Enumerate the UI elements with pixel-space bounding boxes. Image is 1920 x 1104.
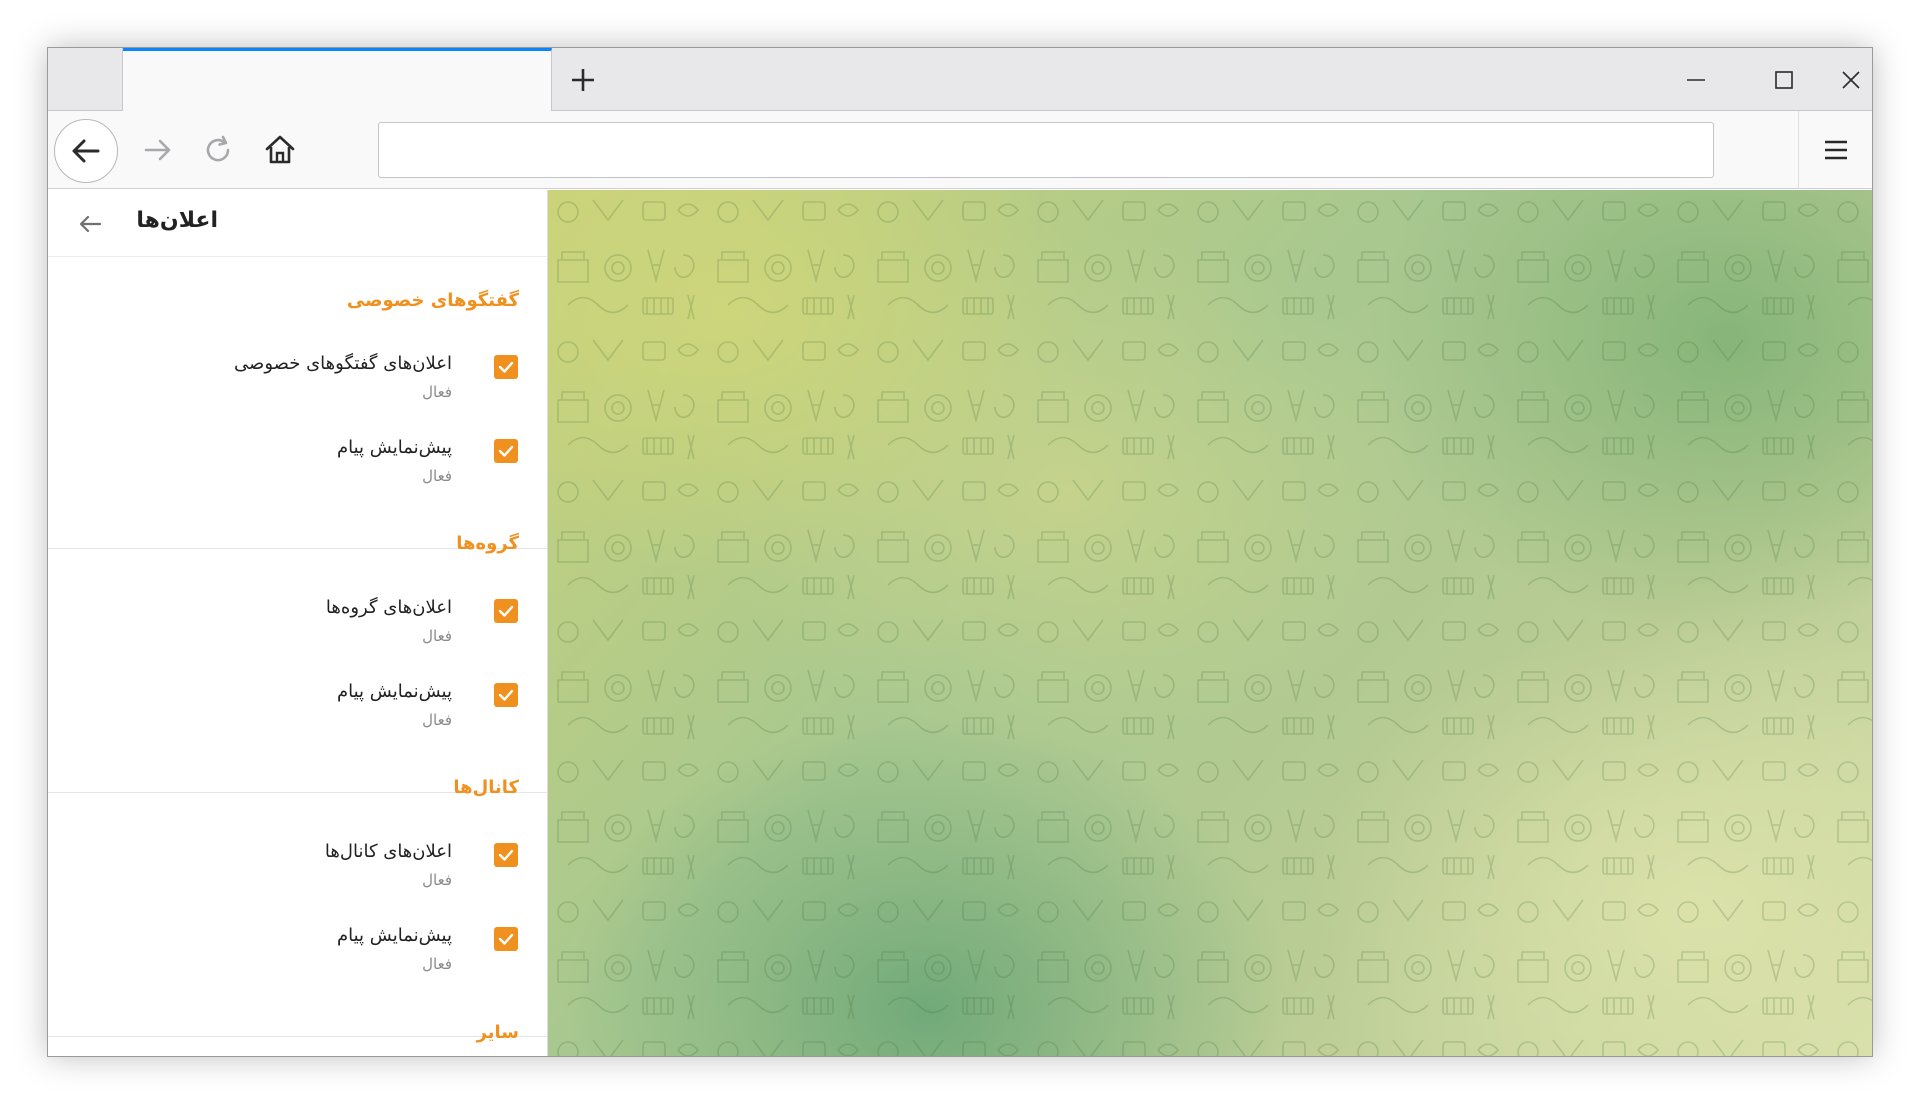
setting-row[interactable]: پیش‌نمایش پیام فعال <box>48 925 547 1005</box>
setting-row[interactable]: اعلان‌های گروه‌ها فعال <box>48 597 547 677</box>
notifications-settings-panel: اعلان‌ها گفتگوهای خصوصی اعلان‌های گفتگوه… <box>48 190 548 1056</box>
check-icon <box>498 445 514 457</box>
home-icon <box>265 135 295 164</box>
setting-status: فعال <box>422 467 452 485</box>
close-icon <box>1842 70 1860 89</box>
reload-button[interactable] <box>190 111 246 189</box>
section-title-other: سایر <box>476 1022 519 1043</box>
setting-row[interactable]: پیش‌نمایش پیام فعال <box>48 681 547 761</box>
back-button[interactable] <box>54 119 118 183</box>
setting-status: فعال <box>422 627 452 645</box>
setting-label: اعلان‌های گروه‌ها <box>325 597 452 618</box>
setting-status: فعال <box>422 955 452 973</box>
setting-label: پیش‌نمایش پیام <box>336 437 452 458</box>
checkbox[interactable] <box>494 599 518 623</box>
doodle-pattern <box>548 190 1872 1056</box>
check-icon <box>498 849 514 861</box>
home-button[interactable] <box>252 111 308 189</box>
hamburger-icon <box>1824 140 1847 160</box>
forward-button[interactable] <box>130 111 186 189</box>
checkbox[interactable] <box>494 683 518 707</box>
navigation-bar <box>48 111 1872 189</box>
arrow-left-icon <box>72 139 100 163</box>
section-title-channels: کانال‌ها <box>453 777 519 798</box>
setting-label: پیش‌نمایش پیام <box>336 681 452 702</box>
setting-label: اعلان‌های گفتگوهای خصوصی <box>234 353 452 374</box>
browser-window: اعلان‌ها گفتگوهای خصوصی اعلان‌های گفتگوه… <box>47 47 1873 1057</box>
chat-background <box>548 190 1872 1056</box>
setting-status: فعال <box>422 711 452 729</box>
setting-status: فعال <box>422 383 452 401</box>
url-bar[interactable] <box>378 122 1714 178</box>
check-icon <box>498 361 514 373</box>
setting-label: پیش‌نمایش پیام <box>336 925 452 946</box>
panel-title: اعلان‌ها <box>136 208 218 233</box>
section-title-groups: گروه‌ها <box>456 533 519 554</box>
close-button[interactable] <box>1828 48 1872 111</box>
section-divider <box>48 1036 547 1037</box>
reload-icon <box>206 135 230 162</box>
maximize-button[interactable] <box>1740 48 1828 111</box>
setting-row[interactable]: پیش‌نمایش پیام فعال <box>48 437 547 517</box>
setting-status: فعال <box>422 871 452 889</box>
checkbox[interactable] <box>494 927 518 951</box>
tab-inactive[interactable] <box>48 48 123 111</box>
setting-row[interactable]: اعلان‌های کانال‌ها فعال <box>48 841 547 921</box>
minimize-icon <box>1687 78 1705 81</box>
tab-strip <box>48 48 1872 112</box>
checkbox[interactable] <box>494 439 518 463</box>
arrow-right-icon <box>144 139 171 161</box>
maximize-icon <box>1775 70 1793 89</box>
check-icon <box>498 933 514 945</box>
setting-row[interactable]: اعلان‌های گفتگوهای خصوصی فعال <box>48 353 547 433</box>
check-icon <box>498 689 514 701</box>
minimize-button[interactable] <box>1652 48 1740 111</box>
panel-header: اعلان‌ها <box>48 190 547 257</box>
tab-active[interactable] <box>123 48 552 112</box>
page-content: اعلان‌ها گفتگوهای خصوصی اعلان‌های گفتگوه… <box>48 190 1872 1056</box>
arrow-left-icon[interactable] <box>76 210 104 238</box>
plus-icon <box>572 68 594 91</box>
checkbox[interactable] <box>494 355 518 379</box>
menu-button[interactable] <box>1798 111 1872 189</box>
setting-label: اعلان‌های کانال‌ها <box>324 841 452 862</box>
section-title-private-chats: گفتگوهای خصوصی <box>346 290 519 311</box>
new-tab-button[interactable] <box>552 48 614 111</box>
check-icon <box>498 605 514 617</box>
checkbox[interactable] <box>494 843 518 867</box>
